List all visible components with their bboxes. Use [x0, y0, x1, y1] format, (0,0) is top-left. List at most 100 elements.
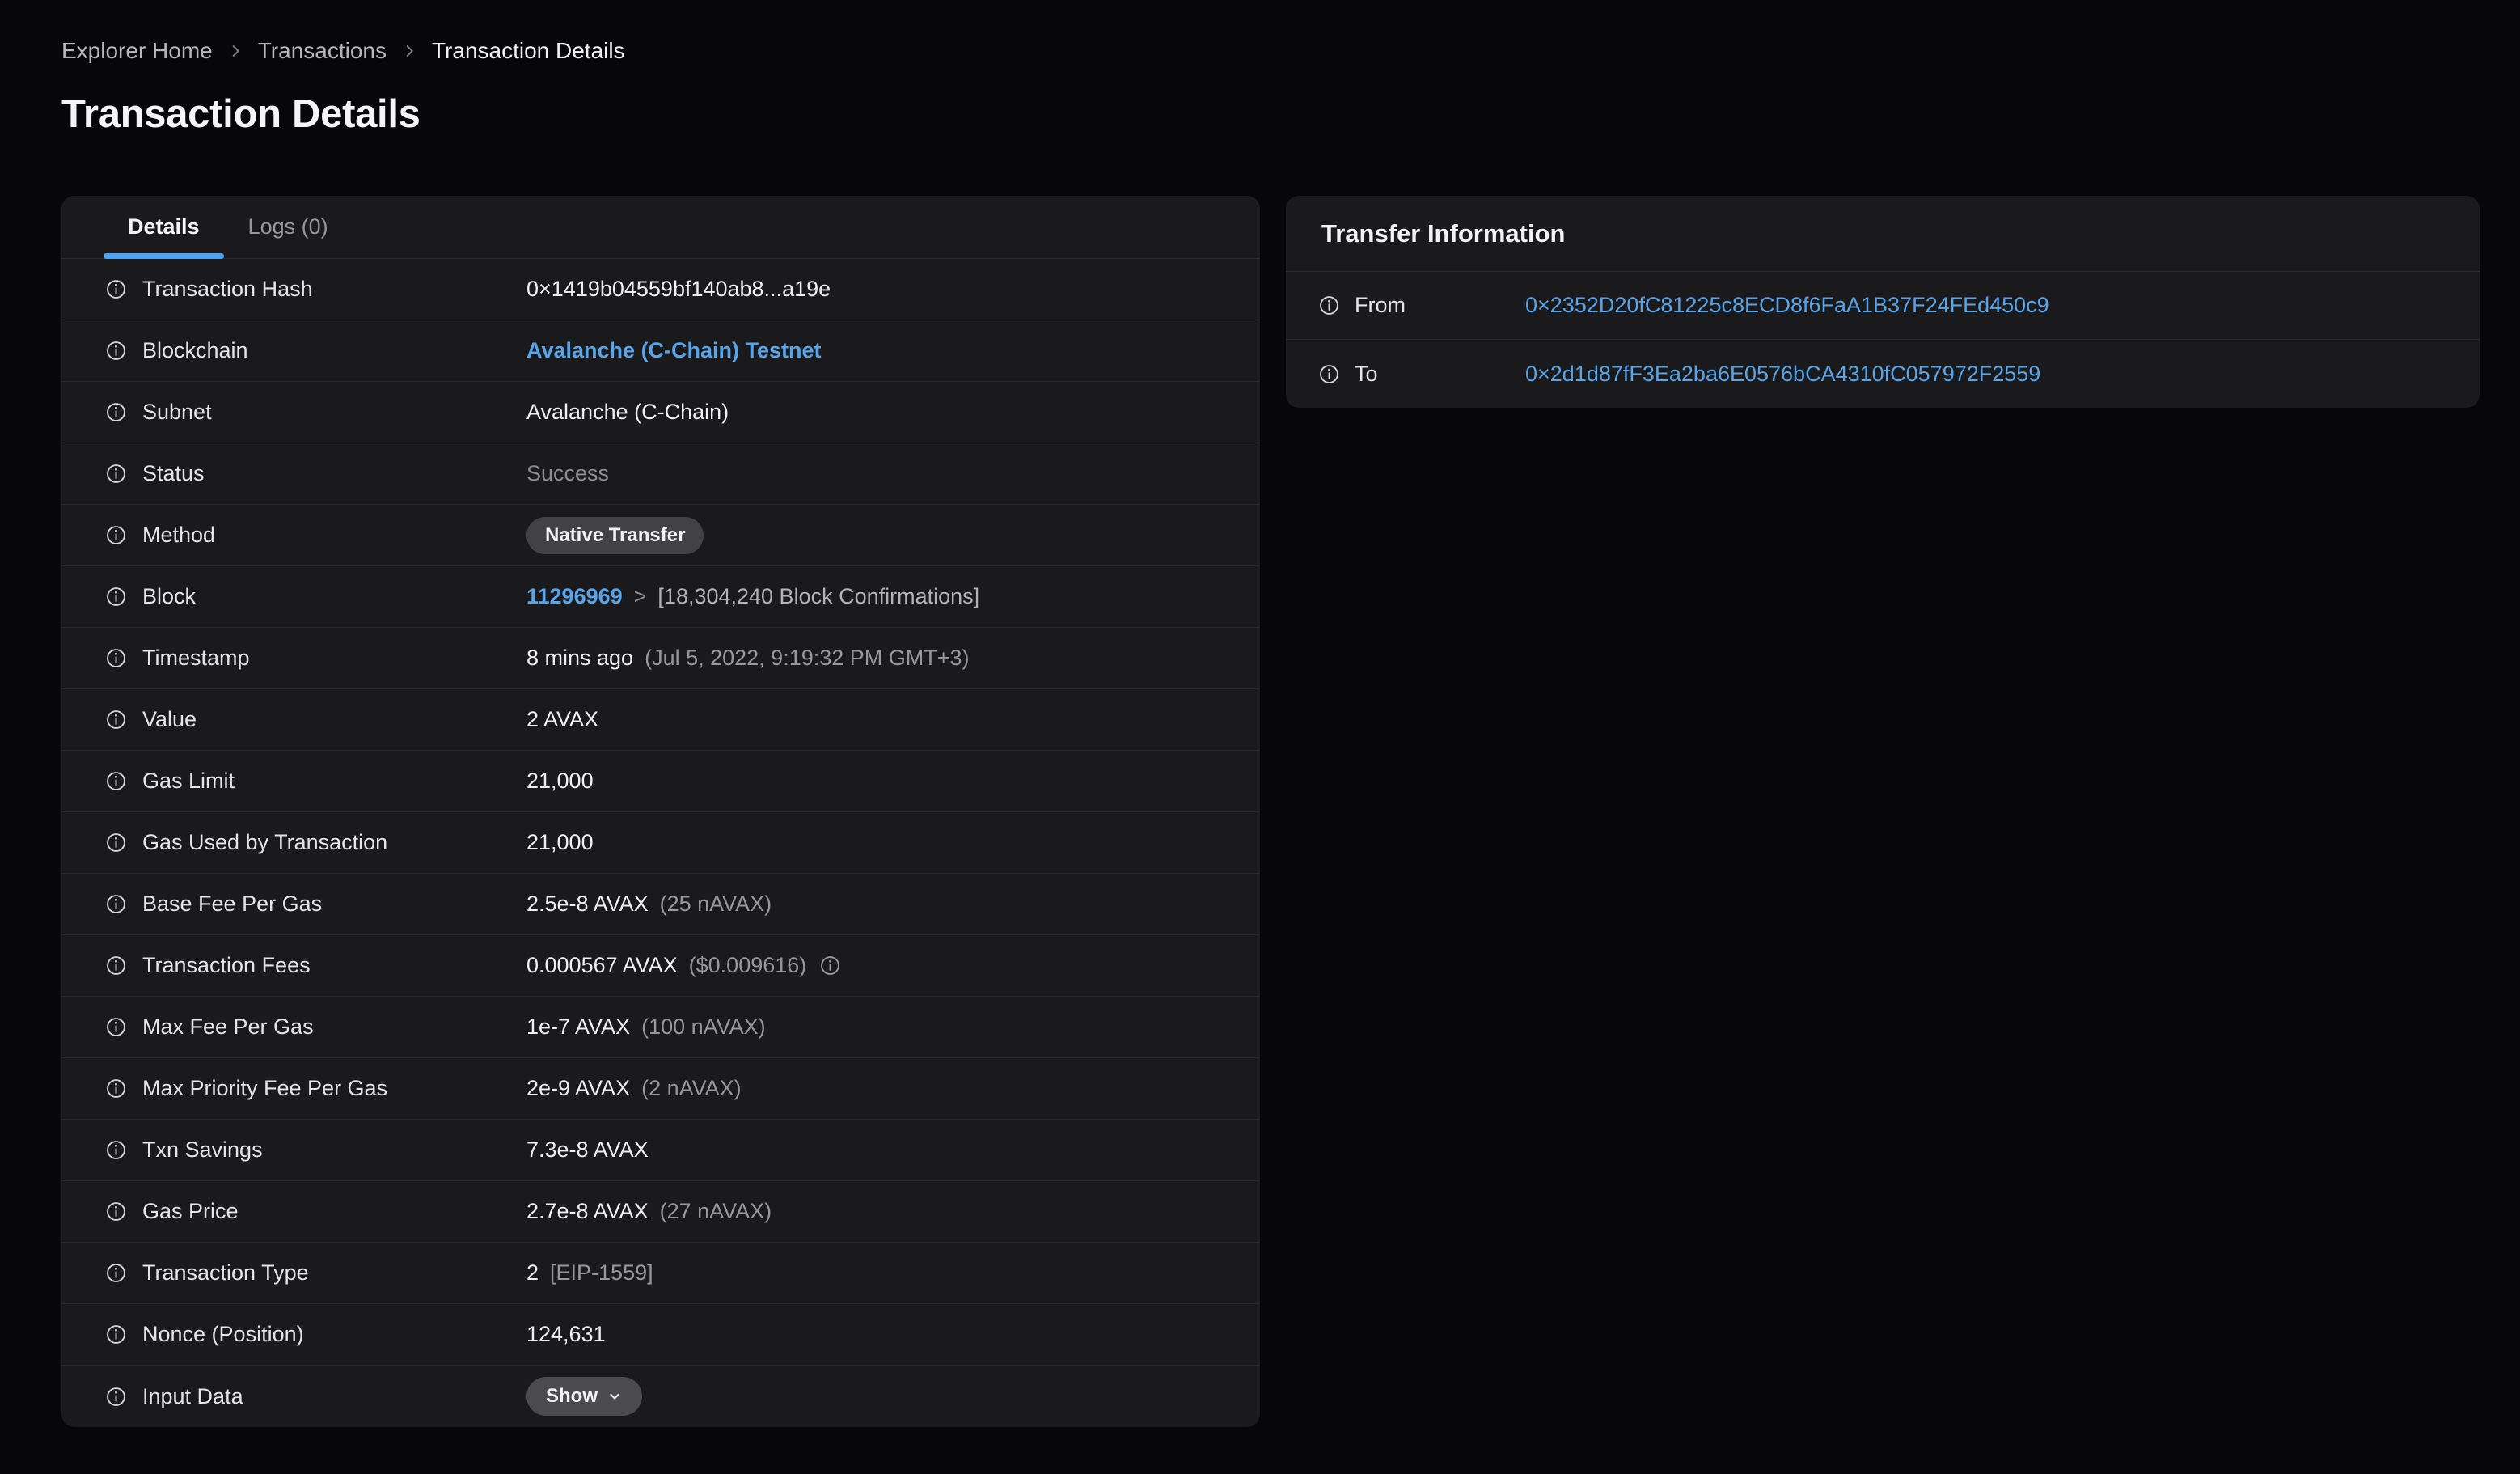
row-label-group: Transaction Type: [61, 1260, 526, 1286]
row-label-group: Gas Price: [61, 1199, 526, 1224]
row-label-gas-price: Gas Price: [142, 1199, 239, 1223]
row-label-group: To: [1286, 362, 1525, 387]
row-value-method: Native Transfer: [526, 516, 704, 554]
row-label-group: Gas Used by Transaction: [61, 830, 526, 855]
row-label-group: Nonce (Position): [61, 1322, 526, 1347]
row-value-gas-price: 2.7e-8 AVAX (27 nAVAX): [526, 1199, 772, 1224]
info-icon[interactable]: [105, 340, 127, 362]
row-value-input-data: Show: [526, 1377, 642, 1416]
page-title: Transaction Details: [61, 92, 421, 136]
value-value: 2 AVAX: [526, 707, 599, 731]
info-icon[interactable]: [1318, 363, 1340, 385]
row-value-subnet: Avalanche (C-Chain): [526, 400, 729, 425]
info-icon[interactable]: [105, 1078, 127, 1099]
row-value-nonce-position: 124,631: [526, 1322, 606, 1347]
row-label-group: Block: [61, 584, 526, 609]
info-icon[interactable]: [105, 278, 127, 300]
row-label-timestamp: Timestamp: [142, 646, 250, 670]
detail-row-gas-price: Gas Price 2.7e-8 AVAX (27 nAVAX): [61, 1181, 1260, 1243]
row-label-method: Method: [142, 523, 216, 547]
row-label-group: Max Priority Fee Per Gas: [61, 1076, 526, 1101]
transfer-label-from: From: [1355, 293, 1406, 317]
info-icon[interactable]: [105, 709, 127, 731]
detail-row-max-fee-per-gas: Max Fee Per Gas 1e-7 AVAX (100 nAVAX): [61, 997, 1260, 1058]
info-icon[interactable]: [105, 770, 127, 792]
info-icon[interactable]: [105, 647, 127, 669]
method-badge: Native Transfer: [526, 516, 704, 554]
nonce-position-value: 124,631: [526, 1322, 606, 1346]
timestamp-value: 8 mins ago: [526, 646, 634, 670]
breadcrumb-item-transaction-details: Transaction Details: [431, 38, 625, 63]
breadcrumb-item-explorer-home[interactable]: Explorer Home: [61, 38, 213, 64]
transfer-label-to: To: [1355, 361, 1378, 386]
detail-row-blockchain: Blockchain Avalanche (C-Chain) Testnet: [61, 320, 1260, 382]
transfer-rows: From 0×2352D20fC81225c8ECD8f6FaA1B37F24FE…: [1286, 272, 2480, 408]
chevron-right-icon: [226, 42, 244, 60]
base-fee-per-gas-secondary-value: (25 nAVAX): [659, 892, 772, 916]
detail-row-gas-limit: Gas Limit 21,000: [61, 751, 1260, 812]
transaction-fees-secondary-value: ($0.009616): [688, 953, 807, 977]
detail-row-gas-used-by-transaction: Gas Used by Transaction 21,000: [61, 812, 1260, 874]
detail-row-max-priority-fee-per-gas: Max Priority Fee Per Gas 2e-9 AVAX (2 nAVA…: [61, 1058, 1260, 1120]
detail-row-nonce-position: Nonce (Position) 124,631: [61, 1304, 1260, 1366]
transaction-details-card: Details Logs (0) Transaction Hash 0×1419b0…: [61, 196, 1260, 1427]
blockchain-link[interactable]: Avalanche (C-Chain) Testnet: [526, 338, 822, 363]
info-icon[interactable]: [105, 524, 127, 546]
info-icon[interactable]: [105, 1201, 127, 1222]
info-icon[interactable]: [105, 832, 127, 853]
row-label-blockchain: Blockchain: [142, 338, 248, 362]
detail-row-base-fee-per-gas: Base Fee Per Gas 2.5e-8 AVAX (25 nAVAX): [61, 874, 1260, 935]
max-fee-per-gas-value: 1e-7 AVAX: [526, 1014, 631, 1039]
status-value: Success: [526, 461, 610, 485]
input-data-show-button[interactable]: Show: [526, 1377, 642, 1416]
row-value-timestamp: 8 mins ago (Jul 5, 2022, 9:19:32 PM GMT+3…: [526, 646, 970, 671]
row-label-group: Base Fee Per Gas: [61, 892, 526, 917]
gas-limit-value: 21,000: [526, 769, 594, 793]
row-label-base-fee-per-gas: Base Fee Per Gas: [142, 892, 323, 916]
info-icon[interactable]: [105, 893, 127, 915]
tab-logs-0[interactable]: Logs (0): [224, 196, 353, 258]
from-address-link[interactable]: 0×2352D20fC81225c8ECD8f6FaA1B37F24FEd450…: [1525, 293, 2049, 318]
info-icon[interactable]: [105, 463, 127, 485]
detail-row-input-data: Input Data Show: [61, 1366, 1260, 1427]
detail-row-status: Status Success: [61, 443, 1260, 505]
row-label-group: Gas Limit: [61, 769, 526, 794]
row-value-transaction-fees: 0.000567 AVAX ($0.009616): [526, 953, 841, 978]
transaction-type-value: 2: [526, 1260, 539, 1285]
row-label-max-fee-per-gas: Max Fee Per Gas: [142, 1014, 314, 1039]
breadcrumb-item-transactions[interactable]: Transactions: [258, 38, 387, 64]
info-icon[interactable]: [105, 955, 127, 976]
info-icon[interactable]: [819, 955, 841, 976]
row-value-transaction-hash: 0×1419b04559bf140ab8...a19e: [526, 277, 831, 302]
row-value-max-priority-fee-per-gas: 2e-9 AVAX (2 nAVAX): [526, 1076, 742, 1101]
detail-row-block: Block 11296969 > [18,304,240 Block Confirma…: [61, 566, 1260, 628]
row-label-subnet: Subnet: [142, 400, 212, 424]
row-label-group: Transaction Hash: [61, 277, 526, 302]
row-value-max-fee-per-gas: 1e-7 AVAX (100 nAVAX): [526, 1014, 766, 1040]
row-label-value: Value: [142, 707, 197, 731]
transfer-value-from: 0×2352D20fC81225c8ECD8f6FaA1B37F24FEd450…: [1525, 293, 2049, 318]
detail-row-transaction-fees: Transaction Fees 0.000567 AVAX ($0.009616): [61, 935, 1260, 997]
info-icon[interactable]: [105, 1139, 127, 1161]
row-value-gas-used-by-transaction: 21,000: [526, 830, 594, 855]
info-icon[interactable]: [105, 1016, 127, 1038]
row-label-group: Max Fee Per Gas: [61, 1014, 526, 1040]
to-address-link[interactable]: 0×2d1d87fF3Ea2ba6E0576bCA4310fC057972F25…: [1525, 362, 2040, 387]
info-icon[interactable]: [1318, 294, 1340, 316]
row-label-status: Status: [142, 461, 205, 485]
base-fee-per-gas-value: 2.5e-8 AVAX: [526, 892, 649, 916]
tab-details[interactable]: Details: [104, 196, 224, 259]
info-icon[interactable]: [105, 586, 127, 608]
row-label-transaction-hash: Transaction Hash: [142, 277, 313, 301]
info-icon[interactable]: [105, 1262, 127, 1284]
detail-row-method: Method Native Transfer: [61, 505, 1260, 566]
info-icon[interactable]: [105, 401, 127, 423]
info-icon[interactable]: [105, 1386, 127, 1408]
row-label-gas-limit: Gas Limit: [142, 769, 235, 793]
info-icon[interactable]: [105, 1324, 127, 1345]
row-value-txn-savings: 7.3e-8 AVAX: [526, 1137, 649, 1163]
breadcrumb: Explorer Home Transactions Transaction Det…: [61, 36, 2480, 66]
row-label-group: Timestamp: [61, 646, 526, 671]
gas-used-by-transaction-value: 21,000: [526, 830, 594, 854]
block-number-link[interactable]: 11296969: [526, 584, 623, 609]
